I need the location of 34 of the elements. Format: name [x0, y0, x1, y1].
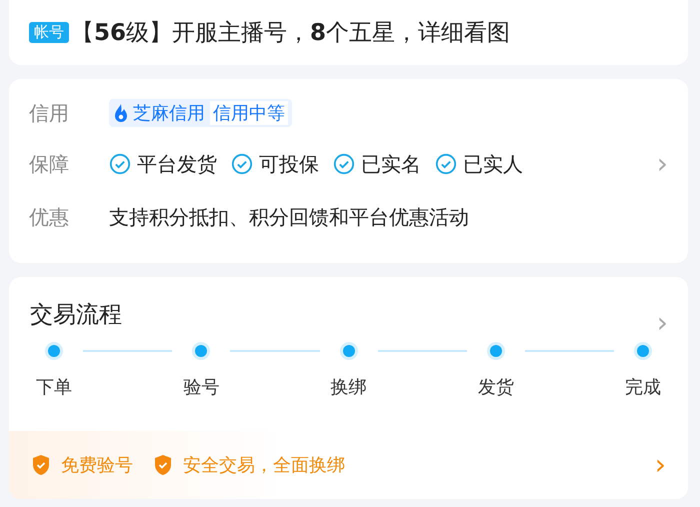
guarantee-label: 已实人 [463, 150, 523, 178]
shield-check-icon [31, 454, 51, 476]
chevron-icon: › [654, 446, 666, 484]
section-title: 交易流程 [30, 301, 122, 327]
row-label: 优惠 [29, 204, 70, 230]
check-circle-icon [109, 153, 131, 175]
step-label: 验号 [183, 376, 220, 399]
chevron-icon[interactable]: › [656, 146, 668, 182]
step-label: 换绑 [330, 376, 366, 399]
step-label: 下单 [36, 376, 72, 399]
check-circle-icon [333, 153, 355, 175]
step-label: 发货 [478, 376, 514, 399]
credit-level: 信用中等 [210, 101, 288, 125]
check-circle-icon [435, 153, 457, 175]
listing-title: 【56级】开服主播号，8个五星，详细看图 [71, 19, 510, 48]
credit-brand: 芝麻信用 [133, 102, 206, 125]
guarantee-label: 可投保 [259, 150, 319, 178]
perk-label: 免费验号 [61, 454, 133, 477]
row-label: 信用 [29, 100, 70, 126]
step-dot [490, 345, 502, 357]
step-dot [342, 345, 354, 357]
guarantee-label: 平台发货 [137, 150, 217, 178]
perk-label: 安全交易，全面换绑 [183, 454, 345, 477]
step-dot [195, 345, 208, 357]
shield-check-icon [153, 454, 173, 476]
step-dot [48, 345, 60, 357]
discount-text: 支持积分抵扣、积分回馈和平台优惠活动 [109, 204, 469, 230]
step-dot [637, 345, 649, 357]
guarantee-label: 已实名 [361, 150, 421, 178]
row-label: 保障 [29, 150, 70, 178]
flame-icon [113, 103, 129, 123]
check-circle-icon [231, 153, 253, 175]
step-label: 完成 [625, 376, 661, 399]
account-tag: 帐号 [29, 22, 69, 43]
